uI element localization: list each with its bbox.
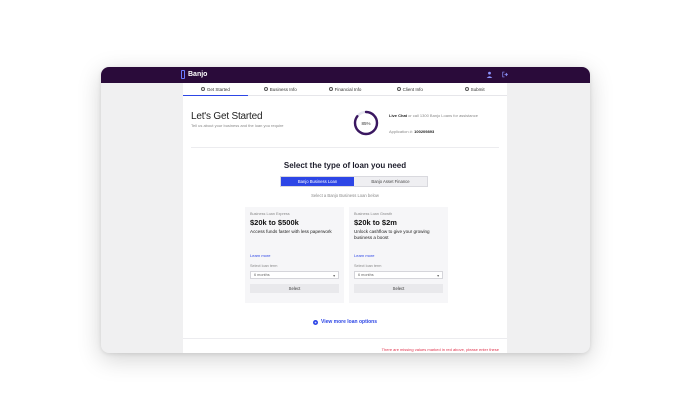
application-id-value: 100209893 [414, 129, 435, 134]
business-loan-toggle[interactable]: Banjo Business Loan [281, 177, 354, 186]
loan-term-value: 6 months [254, 273, 270, 277]
select-loan-button[interactable]: Select [250, 284, 339, 293]
learn-more-link[interactable]: Learn more [354, 253, 374, 258]
page-subtitle: Tell us about your business and the loan… [191, 123, 284, 128]
tab-label: Submit [470, 86, 485, 92]
asset-finance-toggle[interactable]: Banjo Asset Finance [354, 177, 427, 186]
live-chat-text: or call 1300 Banjo Loans for assistance [408, 113, 478, 118]
top-bar: Banjo [101, 67, 590, 83]
brand-name: Banjo [188, 71, 208, 78]
loan-amount: $20k to $2m [354, 218, 397, 227]
loan-type-title: Select the type of loan you need [283, 161, 407, 170]
select-loan-button[interactable]: Select [354, 284, 443, 293]
loan-amount: $20k to $500k [250, 218, 299, 227]
app-window: Banjo Get Started Business Info Financia… [101, 67, 590, 353]
loan-type-hint: Select a Banjo Business Loan below [311, 193, 379, 198]
tab-label: Get Started [206, 86, 230, 92]
step-circle-icon [464, 87, 469, 91]
tab-submit[interactable]: Submit [442, 83, 507, 95]
main-card: Get Started Business Info Financial Info… [183, 83, 507, 353]
step-tabs: Get Started Business Info Financial Info… [183, 83, 507, 96]
loan-kicker: Business Loan Express [250, 212, 290, 216]
sign-out-icon[interactable] [501, 71, 508, 78]
application-id: Application #: 100209893 [389, 129, 434, 134]
footer-divider [183, 338, 507, 339]
live-chat-info: Live Chat or call 1300 Banjo Loans for a… [389, 113, 499, 119]
loan-card-express: Business Loan Express $20k to $500k Acce… [245, 207, 344, 303]
loan-description: Access funds faster with less paperwork [250, 229, 332, 234]
tab-get-started[interactable]: Get Started [183, 83, 248, 96]
view-more-options[interactable]: + View more loan options [183, 319, 507, 325]
tab-financial-info[interactable]: Financial Info [313, 83, 378, 95]
learn-more-link[interactable]: Learn more [250, 253, 270, 258]
step-circle-icon [328, 87, 333, 91]
step-circle-icon [200, 87, 205, 91]
page-header: Let's Get Started Tell us about your bus… [191, 111, 284, 128]
loan-card-growth: Business Loan Growth $20k to $2m Unlock … [349, 207, 448, 303]
loan-term-select[interactable]: 6 months ▾ [250, 271, 339, 279]
banjo-logo-icon [181, 70, 185, 79]
progress-ring: 85% [353, 110, 379, 136]
top-bar-actions [486, 71, 508, 78]
view-more-label: View more loan options [320, 319, 378, 325]
plus-circle-icon: + [312, 319, 318, 325]
loan-description: Unlock cashflow to give your growing bus… [354, 229, 430, 240]
tab-label: Financial Info [334, 86, 362, 92]
tab-business-info[interactable]: Business Info [248, 83, 313, 95]
loan-term-select[interactable]: 6 months ▾ [354, 271, 443, 279]
missing-values-warning: There are missing values marked in red a… [381, 347, 499, 352]
loan-term-label: Select loan term [354, 264, 382, 268]
chevron-down-icon: ▾ [333, 273, 335, 278]
step-circle-icon [263, 87, 268, 91]
brand-logo[interactable]: Banjo [181, 70, 207, 79]
user-icon[interactable] [486, 71, 493, 78]
loan-term-value: 6 months [358, 273, 374, 277]
tab-label: Client Info [402, 86, 423, 92]
application-id-label: Application #: [389, 129, 414, 134]
step-circle-icon [396, 87, 401, 91]
chevron-down-icon: ▾ [437, 273, 439, 278]
tab-client-info[interactable]: Client Info [377, 83, 442, 95]
page-title: Let's Get Started [191, 111, 263, 122]
loan-kicker: Business Loan Growth [354, 212, 393, 216]
loan-term-label: Select loan term [250, 264, 278, 268]
tab-label: Business Info [269, 86, 297, 92]
progress-percent: 85% [361, 120, 371, 126]
loan-type-toggle: Banjo Business Loan Banjo Asset Finance [280, 176, 428, 187]
header-divider [191, 147, 499, 148]
live-chat-link[interactable]: Live Chat [389, 113, 407, 118]
